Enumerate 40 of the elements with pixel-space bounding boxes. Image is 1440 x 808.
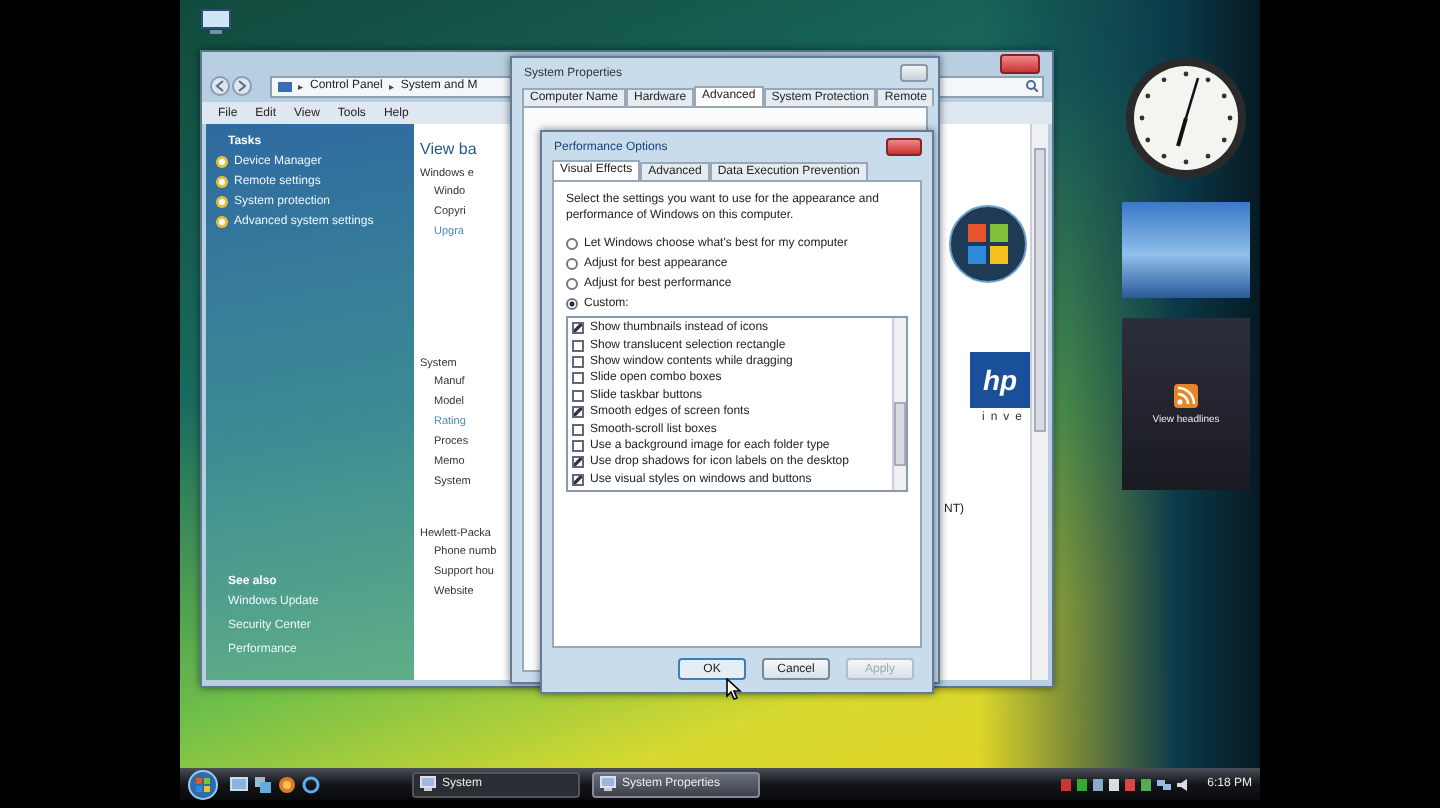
speaker-icon[interactable]	[1175, 777, 1192, 791]
checkbox[interactable]	[572, 372, 584, 385]
globe-icon[interactable]	[278, 775, 296, 793]
brand-logo: hp	[970, 352, 1030, 408]
checkbox[interactable]	[572, 389, 584, 402]
desktop-icon[interactable]	[230, 775, 248, 793]
folder-icon	[278, 80, 292, 92]
forward-icon[interactable]	[232, 76, 252, 96]
analog-clock-drawing	[1122, 54, 1250, 182]
network-icon[interactable]	[1155, 777, 1172, 791]
checkbox[interactable]	[572, 355, 584, 368]
start-orb-icon[interactable]	[188, 769, 218, 799]
photo-placeholder	[1122, 202, 1250, 298]
close-button[interactable]	[900, 64, 928, 82]
close-button[interactable]	[1000, 54, 1040, 74]
back-icon[interactable]	[210, 76, 230, 96]
computer-icon	[420, 776, 436, 792]
checkbox[interactable]	[572, 339, 584, 352]
checkbox[interactable]	[572, 439, 584, 452]
checkbox[interactable]	[572, 473, 584, 486]
windows-icon[interactable]	[254, 775, 272, 793]
radio-button[interactable]	[566, 278, 578, 290]
rss-icon	[1174, 383, 1198, 407]
browser-icon[interactable]	[302, 775, 320, 793]
close-button[interactable]	[886, 138, 922, 156]
page-title: View ba	[420, 140, 477, 158]
computer-icon[interactable]	[200, 8, 232, 36]
radio-button[interactable]	[566, 238, 578, 250]
radio-button[interactable]	[566, 258, 578, 270]
checkbox[interactable]	[572, 322, 584, 335]
windows-logo-icon	[948, 204, 1028, 284]
checkbox[interactable]	[572, 456, 584, 469]
radio-button[interactable]	[566, 298, 578, 310]
search-icon	[1026, 80, 1038, 92]
cursor-icon	[726, 678, 742, 700]
computer-icon	[600, 776, 616, 792]
scrollbar[interactable]	[892, 318, 906, 490]
scrollbar[interactable]	[1030, 124, 1048, 680]
checkbox[interactable]	[572, 423, 584, 436]
checkbox[interactable]	[572, 406, 584, 419]
